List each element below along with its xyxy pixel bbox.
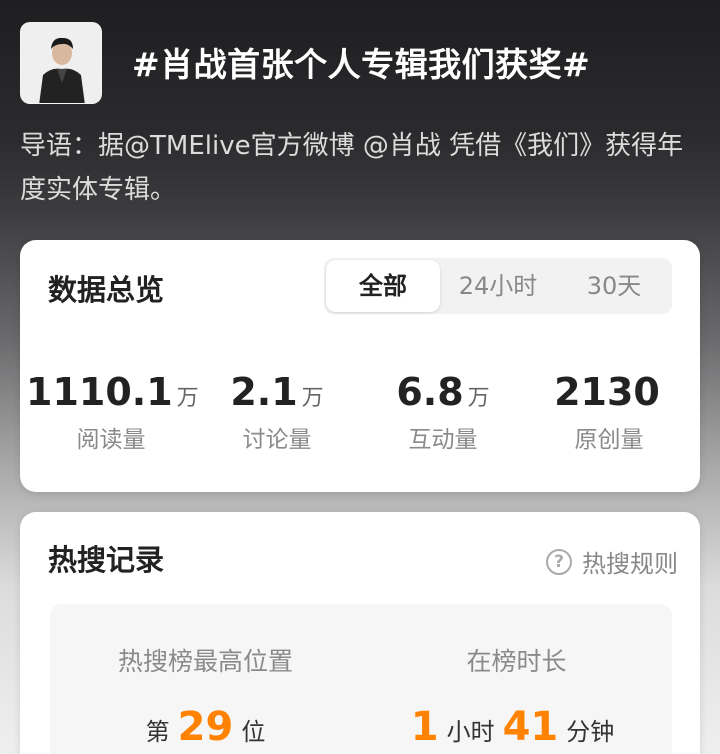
time-range-tabs: 全部 24小时 30天	[324, 258, 672, 314]
topic-avatar[interactable]	[20, 22, 102, 104]
on-list-duration: 在榜时长 1 小时 41 分钟	[361, 604, 672, 750]
stat-value: 2.1	[230, 370, 298, 414]
duration-label: 在榜时长	[466, 647, 567, 676]
tab-all[interactable]: 全部	[326, 260, 440, 312]
hot-search-stats: 热搜榜最高位置 第 29 位 在榜时长 1 小时 41 分钟	[50, 604, 672, 754]
stat-interact: 6.8 万 互动量	[358, 370, 528, 454]
topic-title: #肖战首张个人专辑我们获奖#	[132, 45, 591, 84]
duration-hours: 1	[410, 704, 439, 750]
stat-read: 1110.1 万 阅读量	[26, 370, 199, 454]
stat-label: 互动量	[408, 427, 478, 453]
peak-label: 热搜榜最高位置	[117, 647, 293, 676]
help-icon: ?	[546, 548, 572, 575]
data-overview-card: 数据总览 全部 24小时 30天 1110.1 万 阅读量 2.1 万 讨论量 6.…	[20, 240, 700, 492]
person-photo-icon	[21, 23, 101, 103]
stat-value: 2130	[554, 370, 660, 414]
tab-24h[interactable]: 24小时	[440, 258, 556, 314]
stat-unit: 万	[301, 386, 324, 411]
stat-original: 2130 原创量	[524, 370, 694, 454]
overview-title: 数据总览	[48, 273, 165, 307]
hot-search-rules-link[interactable]: ? 热搜规则	[546, 544, 678, 579]
peak-value: 29	[177, 704, 234, 750]
stat-discuss: 2.1 万 讨论量	[192, 370, 362, 454]
stat-label: 阅读量	[76, 427, 146, 453]
hot-search-title: 热搜记录	[48, 543, 165, 577]
hot-search-card: 热搜记录 ? 热搜规则 热搜榜最高位置 第 29 位 在榜时长 1 小时 41 分钟	[20, 512, 700, 754]
topic-header: #肖战首张个人专辑我们获奖# 导语：据@TMElive官方微博 @肖战 凭借《我…	[0, 0, 720, 240]
stat-value: 1110.1	[26, 370, 173, 414]
stat-label: 讨论量	[242, 427, 312, 453]
stat-value: 6.8	[396, 370, 464, 414]
peak-suffix: 位	[241, 718, 266, 746]
tab-30d[interactable]: 30天	[556, 258, 672, 314]
rules-label: 热搜规则	[582, 550, 678, 578]
stat-label: 原创量	[574, 427, 644, 453]
hours-unit: 小时	[446, 718, 495, 746]
topic-intro: 导语：据@TMElive官方微博 @肖战 凭借《我们》获得年度实体专辑。	[20, 131, 684, 205]
duration-minutes: 41	[502, 704, 559, 750]
peak-position: 热搜榜最高位置 第 29 位	[50, 604, 361, 750]
stat-unit: 万	[467, 386, 490, 411]
peak-prefix: 第	[145, 718, 170, 746]
minutes-unit: 分钟	[566, 718, 615, 746]
